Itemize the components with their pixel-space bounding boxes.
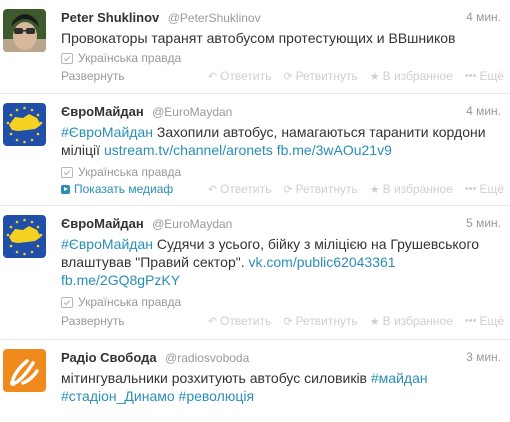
more-button[interactable]: ••• Ещё bbox=[465, 182, 504, 196]
hashtag-link[interactable]: #майдан bbox=[371, 370, 428, 386]
reply-button[interactable]: ↶ Ответить bbox=[208, 182, 272, 196]
tweet-timeline: Peter Shuklinov @PeterShuklinov 4 мин. П… bbox=[0, 0, 510, 422]
hashtag-link[interactable]: #ЄвроМайдан bbox=[61, 124, 153, 140]
avatar[interactable] bbox=[3, 9, 46, 52]
show-media-link[interactable]: Показать медиаф bbox=[61, 182, 173, 196]
retweet-icon: ⟳ bbox=[283, 315, 293, 328]
more-dots-icon: ••• bbox=[464, 70, 477, 82]
star-icon: ★ bbox=[369, 315, 380, 328]
tweet-place[interactable]: Українська правда bbox=[61, 164, 181, 180]
reply-icon: ↶ bbox=[207, 70, 218, 83]
reply-button[interactable]: ↶ Ответить bbox=[208, 314, 272, 328]
favorite-button[interactable]: ★ В избранное bbox=[370, 314, 453, 328]
expand-link[interactable]: Развернуть bbox=[61, 314, 125, 328]
show-media-label: Показать медиаф bbox=[74, 182, 174, 196]
retweet-label: Ретвитнуть bbox=[295, 182, 358, 196]
location-pin-icon bbox=[61, 166, 73, 178]
more-button[interactable]: ••• Ещё bbox=[465, 314, 504, 328]
retweet-button[interactable]: ⟳ Ретвитнуть bbox=[283, 314, 357, 328]
tweet-time[interactable]: 5 мин. bbox=[466, 216, 501, 230]
user-handle[interactable]: @PeterShuklinov bbox=[168, 11, 261, 25]
user-handle[interactable]: @EuroMaydan bbox=[152, 105, 232, 119]
user-name[interactable]: ЄвроМайдан bbox=[61, 104, 144, 119]
location-pin-icon bbox=[61, 52, 73, 64]
avatar[interactable] bbox=[3, 215, 46, 258]
tweet-text: #ЄвроМайдан Судячи з усього, бійку з міл… bbox=[61, 235, 501, 289]
avatar[interactable] bbox=[3, 349, 46, 392]
user-handle[interactable]: @EuroMaydan bbox=[152, 217, 232, 231]
reply-label: Ответить bbox=[220, 69, 272, 83]
more-dots-icon: ••• bbox=[464, 183, 477, 195]
retweet-button[interactable]: ⟳ Ретвитнуть bbox=[283, 182, 357, 196]
retweet-label: Ретвитнуть bbox=[295, 69, 358, 83]
reply-button[interactable]: ↶ Ответить bbox=[208, 69, 272, 83]
avatar[interactable] bbox=[3, 103, 46, 146]
tweet-actions: ↶ Ответить ⟳ Ретвитнуть ★ В избранное ••• Ещ… bbox=[208, 314, 504, 328]
tweet-item[interactable]: Peter Shuklinov @PeterShuklinov 4 мин. П… bbox=[0, 0, 510, 94]
reply-icon: ↶ bbox=[207, 183, 218, 196]
tweet-text: #ЄвроМайдан Захопили автобус, намагаютьс… bbox=[61, 123, 501, 159]
place-label: Українська правда bbox=[78, 51, 182, 65]
place-label: Українська правда bbox=[78, 165, 182, 179]
star-icon: ★ bbox=[369, 70, 380, 83]
reply-label: Ответить bbox=[220, 182, 272, 196]
url-link[interactable]: ustream.tv/channel/aronets bbox=[104, 142, 273, 158]
retweet-label: Ретвитнуть bbox=[295, 314, 358, 328]
favorite-label: В избранное bbox=[382, 182, 453, 196]
place-label: Українська правда bbox=[78, 295, 182, 309]
user-name[interactable]: Радіо Свобода bbox=[61, 350, 157, 365]
hashtag-link[interactable]: #революція bbox=[179, 388, 255, 404]
hashtag-link[interactable]: #ЄвроМайдан bbox=[61, 236, 153, 252]
more-label: Ещё bbox=[479, 182, 504, 196]
tweet-time[interactable]: 4 мин. bbox=[466, 10, 501, 24]
more-button[interactable]: ••• Ещё bbox=[465, 69, 504, 83]
play-icon bbox=[61, 184, 70, 194]
reply-icon: ↶ bbox=[207, 315, 218, 328]
tweet-item[interactable]: ЄвроМайдан @EuroMaydan 5 мин. #ЄвроМайда… bbox=[0, 206, 510, 340]
retweet-icon: ⟳ bbox=[283, 183, 293, 196]
url-link[interactable]: fb.me/3wAOu21v9 bbox=[277, 142, 392, 158]
tweet-place[interactable]: Українська правда bbox=[61, 294, 181, 310]
location-pin-icon bbox=[61, 296, 73, 308]
favorite-label: В избранное bbox=[382, 69, 453, 83]
retweet-button[interactable]: ⟳ Ретвитнуть bbox=[283, 69, 357, 83]
hashtag-link[interactable]: #стадіон_Динамо bbox=[61, 388, 175, 404]
tweet-item[interactable]: Радіо Свобода @radiosvoboda 3 мин. мітин… bbox=[0, 340, 510, 422]
tweet-item[interactable]: ЄвроМайдан @EuroMaydan 4 мин. #ЄвроМайда… bbox=[0, 94, 510, 206]
favorite-button[interactable]: ★ В избранное bbox=[370, 182, 453, 196]
tweet-text-segment: мітингувальники розхитують автобус силов… bbox=[61, 370, 371, 386]
retweet-icon: ⟳ bbox=[283, 70, 293, 83]
url-link[interactable]: fb.me/2GQ8gPzKY bbox=[61, 272, 180, 288]
more-label: Ещё bbox=[479, 69, 504, 83]
tweet-time[interactable]: 4 мин. bbox=[466, 104, 501, 118]
reply-label: Ответить bbox=[220, 314, 272, 328]
user-handle[interactable]: @radiosvoboda bbox=[165, 351, 249, 365]
more-label: Ещё bbox=[479, 314, 504, 328]
tweet-text: Провокаторы таранят автобусом протестующ… bbox=[61, 29, 501, 47]
tweet-actions: ↶ Ответить ⟳ Ретвитнуть ★ В избранное ••• Ещ… bbox=[208, 182, 504, 196]
tweet-text: мітингувальники розхитують автобус силов… bbox=[61, 369, 501, 405]
favorite-label: В избранное bbox=[382, 314, 453, 328]
star-icon: ★ bbox=[369, 183, 380, 196]
favorite-button[interactable]: ★ В избранное bbox=[370, 69, 453, 83]
more-dots-icon: ••• bbox=[464, 315, 477, 327]
tweet-actions: ↶ Ответить ⟳ Ретвитнуть ★ В избранное ••• Ещ… bbox=[208, 69, 504, 83]
tweet-text-segment: Провокаторы таранят автобусом протестующ… bbox=[61, 30, 456, 46]
tweet-place[interactable]: Українська правда bbox=[61, 50, 181, 66]
user-name[interactable]: ЄвроМайдан bbox=[61, 216, 144, 231]
user-name[interactable]: Peter Shuklinov bbox=[61, 10, 159, 25]
tweet-time[interactable]: 3 мин. bbox=[466, 350, 501, 364]
url-link[interactable]: vk.com/public62043361 bbox=[248, 254, 395, 270]
expand-link[interactable]: Развернуть bbox=[61, 69, 125, 83]
